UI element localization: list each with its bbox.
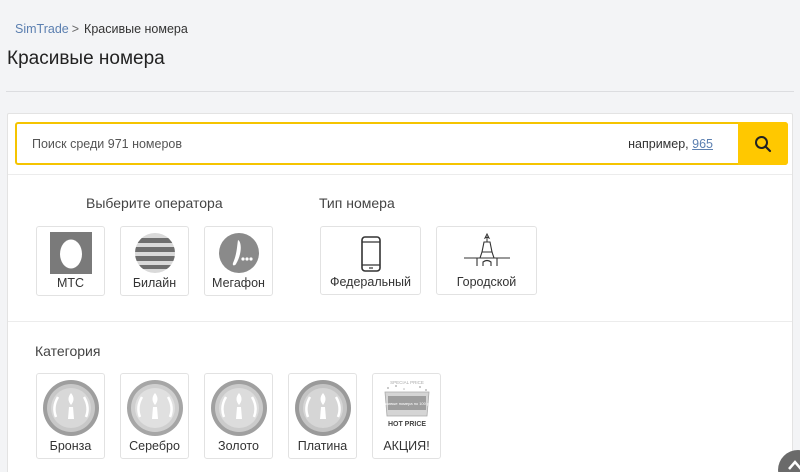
category-bronze[interactable]: Бронза — [36, 373, 105, 459]
medal-icon — [210, 380, 267, 436]
operator-beeline-label: Билайн — [132, 276, 177, 290]
search-hint-example-link[interactable]: 965 — [692, 137, 713, 151]
category-gold[interactable]: Золото — [204, 373, 273, 459]
number-type-city-label: Городской — [456, 275, 517, 289]
operator-megafon[interactable]: Мегафон — [204, 226, 273, 296]
hot-price-icon: SPECIAL PRICE Красивые номера по 100 руб… — [379, 380, 434, 428]
category-silver-label: Серебро — [129, 439, 180, 453]
promo-badge-top: SPECIAL PRICE — [390, 380, 424, 385]
number-type-city[interactable]: Городской — [436, 226, 537, 295]
category-platinum-label: Платина — [297, 439, 348, 453]
number-type-federal-label: Федеральный — [329, 275, 411, 289]
operator-mts-label: МТС — [56, 276, 85, 290]
search-hint: например, 965 — [628, 137, 713, 151]
category-section-divider — [8, 321, 792, 322]
city-tower-icon — [463, 232, 510, 266]
breadcrumb-home-link[interactable]: SimTrade — [15, 22, 69, 36]
chevron-up-icon — [788, 460, 800, 470]
promo-badge-mid: Красивые номера по 100 руб. — [379, 401, 434, 406]
breadcrumb-separator: > — [71, 22, 80, 36]
category-platinum[interactable]: Платина — [288, 373, 357, 459]
beeline-ball-icon — [134, 233, 175, 273]
number-type-section-title: Тип номера — [319, 195, 395, 211]
filter-card: например, 965 Выберите оператора МТС — [7, 113, 793, 472]
medal-icon — [126, 380, 183, 436]
mts-egg-icon — [49, 232, 92, 274]
breadcrumb: SimTrade > Красивые номера — [15, 22, 188, 36]
search-icon — [755, 135, 772, 152]
search-section-divider — [8, 174, 792, 175]
category-gold-label: Золото — [218, 439, 259, 453]
category-bronze-label: Бронза — [49, 439, 92, 453]
breadcrumb-current: Красивые номера — [84, 22, 188, 36]
search-bar: например, 965 — [15, 122, 788, 165]
page-title: Красивые номера — [7, 48, 165, 69]
promo-badge-bottom: HOT PRICE — [387, 421, 425, 428]
operator-section-title: Выберите оператора — [86, 195, 223, 211]
category-section-title: Категория — [35, 343, 101, 359]
medal-icon — [294, 380, 351, 436]
megafon-icon — [218, 233, 259, 273]
number-type-federal[interactable]: Федеральный — [320, 226, 421, 295]
search-button[interactable] — [738, 122, 788, 165]
category-silver[interactable]: Серебро — [120, 373, 189, 459]
operator-megafon-label: Мегафон — [212, 276, 265, 290]
header-divider — [6, 91, 794, 92]
search-input[interactable] — [17, 124, 629, 163]
operator-beeline[interactable]: Билайн — [120, 226, 189, 296]
search-hint-prefix: например, — [628, 136, 689, 151]
category-promo[interactable]: SPECIAL PRICE Красивые номера по 100 руб… — [372, 373, 441, 459]
category-promo-label: АКЦИЯ! — [383, 439, 430, 453]
operator-mts[interactable]: МТС — [36, 226, 105, 296]
mobile-phone-icon — [360, 236, 381, 272]
medal-icon — [42, 380, 99, 436]
